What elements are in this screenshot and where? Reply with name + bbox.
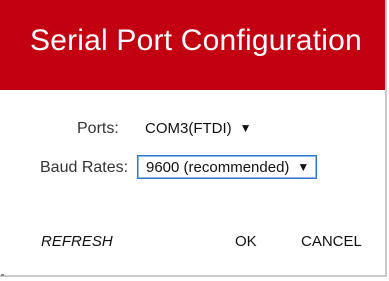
baud-rates-select[interactable]: 9600 (recommended) ▼ <box>137 155 317 179</box>
baud-rates-selected-value: 9600 (recommended) <box>146 158 290 176</box>
dialog-header: Serial Port Configuration <box>0 0 385 90</box>
ports-selected-value: COM3(FTDI) <box>145 119 232 137</box>
resize-grip <box>1 274 4 276</box>
baud-rates-label: Baud Rates: <box>40 159 129 176</box>
dialog-title: Serial Port Configuration <box>30 24 362 57</box>
chevron-down-icon: ▼ <box>297 160 310 174</box>
ok-button[interactable]: OK <box>235 233 257 250</box>
refresh-button[interactable]: REFRESH <box>41 233 113 250</box>
ports-label: Ports: <box>77 120 119 137</box>
chevron-down-icon: ▼ <box>239 121 252 135</box>
serial-port-dialog: Serial Port Configuration Ports: COM3(FT… <box>0 0 387 277</box>
cancel-button[interactable]: CANCEL <box>301 233 362 250</box>
ports-select[interactable]: COM3(FTDI) ▼ <box>137 116 267 140</box>
